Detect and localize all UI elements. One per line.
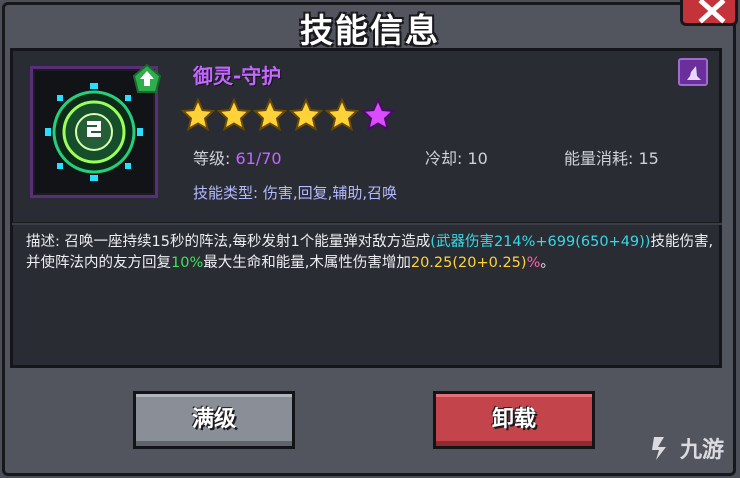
skill-description: 描述: 召唤一座持续15秒的阵法,每秒发射1个能量弹对敌方造成(武器伤害214%… (26, 232, 716, 274)
close-icon (698, 0, 726, 24)
skill-type-label: 技能类型: (193, 184, 259, 202)
skill-type-value: 伤害,回复,辅助,召唤 (262, 184, 398, 202)
dialog-title: 技能信息 (300, 11, 440, 50)
close-button[interactable] (680, 0, 738, 26)
heal-percent: 10% (171, 255, 204, 271)
star-filled-icon (325, 98, 359, 132)
cooldown-value: 10 (467, 149, 488, 168)
cooldown-label: 冷却: (425, 149, 463, 168)
energy-cost-stat: 能量消耗: 15 (564, 145, 659, 169)
section-divider (12, 222, 722, 225)
max-level-button[interactable]: 满级 (133, 391, 295, 449)
energy-cost-label: 能量消耗: (564, 149, 634, 168)
star-bonus-icon (361, 98, 395, 132)
jiuyou-logo-icon (652, 437, 666, 460)
percent-sign: % (526, 255, 541, 271)
description-text: 最大生命和能量,木属性伤害增加 (203, 255, 411, 271)
cooldown-stat: 冷却: 10 (425, 145, 488, 169)
upgrade-available-icon (132, 63, 162, 100)
damage-formula: (武器伤害214%+699(650+49)) (430, 234, 651, 250)
description-text: 描述: 召唤一座持续15秒的阵法,每秒发射1个能量弹对敌方造成 (26, 234, 431, 250)
skill-star-rating (181, 98, 395, 132)
watermark-text: 九游 (680, 438, 725, 463)
watermark: 九游 (648, 432, 724, 464)
energy-cost-value: 15 (638, 149, 659, 168)
description-text: 。 (540, 255, 555, 271)
skill-type: 技能类型: 伤害,回复,辅助,召唤 (193, 182, 397, 203)
star-filled-icon (181, 98, 215, 132)
wizard-hat-icon (678, 58, 708, 86)
level-label: 等级: (193, 149, 231, 168)
skill-rune-icon (45, 83, 143, 181)
wood-damage-bonus: 20.25(20+0.25) (410, 255, 527, 271)
level-stat: 等级: 61/70 (193, 145, 282, 169)
star-filled-icon (289, 98, 323, 132)
skill-name: 御灵-守护 (193, 64, 282, 88)
star-filled-icon (217, 98, 251, 132)
level-value: 61/70 (235, 149, 282, 168)
star-filled-icon (253, 98, 287, 132)
uninstall-button[interactable]: 卸载 (433, 391, 595, 449)
